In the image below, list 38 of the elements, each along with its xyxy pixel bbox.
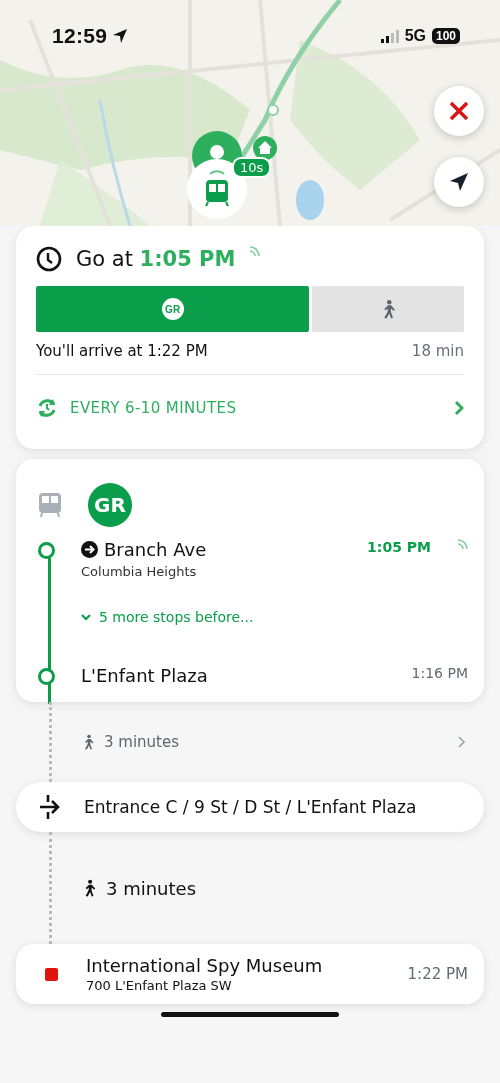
train-icon: [38, 492, 62, 518]
chevron-down-icon: [81, 613, 91, 621]
stop-name: Branch Ave: [104, 539, 207, 560]
destination-marker-icon: [45, 967, 58, 981]
status-time: 12:59: [52, 24, 108, 48]
network-label: 5G: [404, 27, 426, 45]
walk-duration: 3 minutes: [104, 733, 180, 751]
line-badge: GR: [161, 298, 184, 320]
stop-dot: [38, 542, 55, 559]
chevron-right-icon: [454, 400, 464, 416]
chevron-right-icon: [458, 736, 466, 748]
eta-badge: 10s: [232, 157, 272, 178]
trip-duration: 18 min: [411, 342, 464, 360]
departure-time: Go at 1:05 PM: [76, 247, 236, 271]
stop-time: 1:16 PM: [411, 665, 468, 681]
stop-time: 1:05 PM: [367, 539, 431, 555]
entrance-icon: [38, 794, 62, 820]
line-badge: GR: [88, 483, 132, 527]
frequency-link[interactable]: EVERY 6-10 MINUTES: [36, 375, 464, 441]
stop-name: L'Enfant Plaza: [81, 665, 208, 686]
refresh-clock-icon: [36, 397, 58, 419]
arrival-text: You'll arrive at 1:22 PM: [36, 342, 208, 360]
clock-icon: [36, 246, 62, 272]
stop-dot: [38, 668, 55, 685]
home-pin-icon: [252, 135, 278, 161]
arrival-time: 1:22 PM: [407, 965, 468, 983]
walk-duration: 3 minutes: [106, 877, 197, 899]
destination-name: International Spy Museum: [86, 955, 324, 976]
destination-address: 700 L'Enfant Plaza SW: [86, 978, 233, 993]
location-arrow-icon: [112, 28, 129, 44]
mode-tab[interactable]: GR: [36, 286, 310, 332]
battery-icon: 100: [431, 28, 460, 44]
navigation-arrow-icon: [448, 171, 470, 193]
stop-area: Columbia Heights: [81, 564, 342, 579]
entrance-name: Entrance C / 9 St / D St / L'Enfant Plaza: [84, 797, 417, 817]
signal-icon: [380, 29, 399, 43]
close-icon: [448, 100, 470, 122]
more-stops-toggle[interactable]: 5 more stops before...: [81, 609, 468, 625]
